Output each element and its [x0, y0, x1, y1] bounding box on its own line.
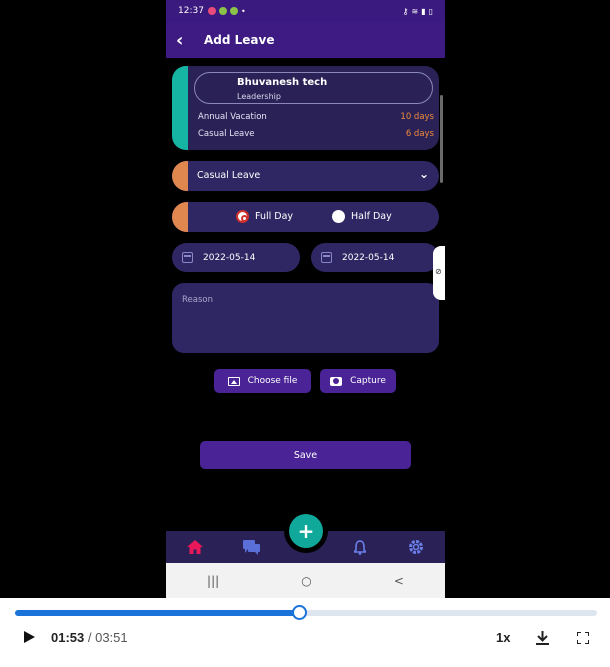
employee-card: Bhuvanesh tech Leadership Annual Vacatio… — [172, 66, 439, 150]
status-icons: ⚷ ≋ ▮ ▯ — [403, 7, 433, 16]
side-tab[interactable]: ⊘ — [433, 246, 445, 300]
home-icon[interactable] — [185, 537, 205, 557]
balance-row: Annual Vacation 10 days — [198, 112, 434, 122]
app-bar: ‹ Add Leave — [166, 22, 445, 58]
calendar-icon — [182, 252, 193, 263]
time-display: 01:53 / 03:51 — [51, 630, 128, 645]
scrollbar[interactable] — [440, 95, 443, 183]
add-fab-button[interactable]: + — [289, 514, 323, 548]
android-icon — [218, 7, 227, 15]
download-icon[interactable] — [536, 631, 549, 648]
chevron-down-icon: ⌄ — [418, 167, 429, 181]
phone-screen: 12:37 • ⚷ ≋ ▮ ▯ ‹ Add Leave Bhuvanesh te… — [166, 0, 445, 598]
side-tab-icon: ⊘ — [435, 267, 442, 276]
radio-accent — [172, 202, 188, 232]
day-type-radio-group: Full Day Half Day — [172, 202, 439, 232]
reason-input[interactable] — [172, 283, 439, 353]
employee-name: Bhuvanesh tech — [237, 77, 328, 88]
employee-role: Leadership — [237, 92, 281, 101]
duration: 03:51 — [95, 630, 128, 645]
save-button[interactable]: Save — [200, 441, 411, 469]
chat-icon[interactable] — [241, 537, 261, 557]
capture-label: Capture — [350, 376, 386, 386]
page-title: Add Leave — [204, 33, 275, 47]
to-date-field[interactable]: 2022-05-14 — [311, 243, 439, 272]
balance-row: Casual Leave 6 days — [198, 129, 434, 139]
card-accent — [172, 66, 188, 150]
half-day-radio[interactable]: Half Day — [332, 210, 392, 223]
choose-file-button[interactable]: Choose file — [214, 369, 311, 393]
capture-button[interactable]: Capture — [320, 369, 396, 393]
time-separator: / — [84, 630, 96, 645]
full-day-label: Full Day — [255, 211, 294, 222]
reason-field-wrapper — [172, 283, 439, 353]
dot-icon: • — [240, 6, 246, 16]
save-label: Save — [293, 449, 318, 461]
signal-icon: ▮ — [421, 6, 426, 16]
balance-label: Annual Vacation — [198, 112, 267, 122]
status-bar: 12:37 • ⚷ ≋ ▮ ▯ — [166, 0, 445, 22]
status-time: 12:37 — [178, 6, 204, 16]
key-icon: ⚷ — [402, 6, 409, 16]
progress-fill — [15, 610, 300, 616]
radio-selected-icon — [236, 210, 249, 223]
home-circle-icon[interactable]: ○ — [301, 574, 311, 588]
full-day-radio[interactable]: Full Day — [236, 210, 293, 223]
to-date-value: 2022-05-14 — [342, 252, 395, 263]
progress-thumb[interactable] — [291, 605, 307, 620]
balance-label: Casual Leave — [198, 129, 255, 139]
system-nav-bar: ||| ○ < — [166, 563, 445, 598]
play-button[interactable] — [24, 631, 35, 646]
leave-type-value: Casual Leave — [197, 170, 261, 181]
recents-icon[interactable]: ||| — [207, 574, 219, 588]
calendar-icon — [321, 252, 332, 263]
playback-speed-button[interactable]: 1x — [496, 630, 510, 645]
balance-value: 6 days — [405, 129, 434, 139]
current-time: 01:53 — [51, 630, 85, 645]
from-date-field[interactable]: 2022-05-14 — [172, 243, 300, 272]
leave-type-dropdown[interactable]: Casual Leave ⌄ — [172, 161, 439, 191]
dropdown-accent — [172, 161, 188, 191]
choose-file-label: Choose file — [247, 376, 298, 386]
balance-value: 10 days — [400, 112, 434, 122]
wifi-icon: ≋ — [411, 6, 419, 16]
employee-pill: Bhuvanesh tech Leadership — [194, 72, 433, 104]
from-date-value: 2022-05-14 — [203, 252, 256, 263]
app-notification-icon — [207, 7, 216, 15]
half-day-label: Half Day — [351, 211, 392, 222]
gear-icon[interactable] — [406, 537, 426, 557]
video-stage: 12:37 • ⚷ ≋ ▮ ▯ ‹ Add Leave Bhuvanesh te… — [0, 0, 610, 598]
back-icon[interactable]: < — [394, 574, 404, 588]
android-icon-2 — [229, 7, 238, 15]
image-icon — [227, 376, 240, 386]
radio-unselected-icon — [332, 210, 345, 223]
fullscreen-icon[interactable] — [576, 631, 590, 647]
battery-icon: ▯ — [428, 6, 433, 16]
camera-icon — [330, 376, 343, 386]
back-arrow-icon[interactable]: ‹ — [176, 30, 196, 51]
bell-icon[interactable] — [350, 537, 370, 557]
